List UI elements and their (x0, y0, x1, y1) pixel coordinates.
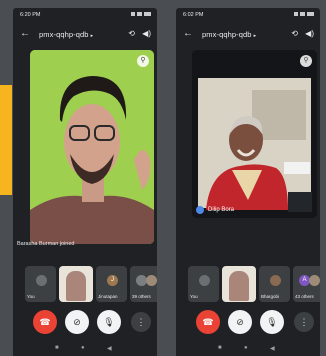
video-tile-main[interactable]: ⚲ (30, 50, 154, 244)
mic-off-button[interactable]: 🎙 (97, 310, 121, 334)
meeting-code[interactable]: pmx-qqhp-qdb ▸ (202, 30, 256, 39)
join-notification: Barasha Burman joined (17, 241, 75, 247)
status-bar: 6:20 PM (13, 8, 157, 24)
participant-video (30, 50, 154, 244)
video-off-button[interactable]: ⊘ (65, 310, 89, 334)
thumb-others[interactable]: 39 others (130, 266, 157, 302)
nav-back-icon[interactable]: ◀ (107, 345, 112, 352)
android-nav-bar: ■ ● ◀ (176, 342, 320, 356)
avatar (270, 275, 281, 286)
participant-video (192, 50, 317, 218)
status-icons (294, 12, 314, 16)
nav-home-icon[interactable]: ● (81, 345, 85, 351)
chevron-right-icon: ▸ (90, 33, 94, 39)
more-options-button[interactable]: ⋮ (294, 312, 314, 332)
video-off-button[interactable]: ⊘ (228, 310, 252, 334)
more-options-button[interactable]: ⋮ (131, 312, 151, 332)
switch-camera-icon[interactable]: ⟲ (128, 29, 135, 38)
speaker-icon[interactable]: ◀) (142, 29, 151, 38)
thumb-label: You (190, 294, 198, 299)
nav-recents-icon[interactable]: ■ (55, 345, 59, 351)
phone-right: 6:02 PM ← pmx-qqhp-qdb ▸ ⟲ ◀) ⚲ Dilip Bor… (176, 8, 320, 356)
speaking-indicator-icon (196, 206, 204, 214)
nav-home-icon[interactable]: ● (244, 345, 248, 351)
switch-camera-icon[interactable]: ⟲ (291, 29, 298, 38)
pin-icon[interactable]: ⚲ (137, 55, 149, 67)
speaker-name: Dilip Bora (208, 207, 235, 213)
meeting-header: ← pmx-qqhp-qdb ▸ ⟲ ◀) (13, 26, 157, 44)
call-controls: ☎ ⊘ 🎙 ⋮ (13, 310, 157, 336)
video-tile-main[interactable]: ⚲ Dilip Bora (192, 50, 317, 218)
pin-icon[interactable]: ⚲ (300, 55, 312, 67)
thumb-self-video[interactable] (59, 266, 93, 302)
thumb-participant[interactable]: Bhargobi (259, 266, 290, 302)
mic-off-button[interactable]: 🎙 (260, 310, 284, 334)
end-call-button[interactable]: ☎ (196, 310, 220, 334)
status-time: 6:02 PM (183, 12, 204, 18)
back-arrow-icon[interactable]: ← (183, 28, 193, 39)
avatar (146, 275, 157, 286)
thumb-self-video[interactable] (222, 266, 256, 302)
thumb-label: 43 others (295, 294, 314, 299)
chevron-right-icon: ▸ (253, 33, 257, 39)
status-icons (131, 12, 151, 16)
thumb-label: Bhargobi (261, 294, 280, 299)
status-time: 6:20 PM (20, 12, 41, 18)
call-controls: ☎ ⊘ 🎙 ⋮ (176, 310, 320, 336)
thumb-you[interactable]: You (25, 266, 56, 302)
thumb-label: You (27, 294, 35, 299)
thumb-label: Jinutapan (98, 294, 118, 299)
thumb-you[interactable]: You (188, 266, 219, 302)
avatar: J (107, 275, 118, 286)
nav-back-icon[interactable]: ◀ (270, 345, 275, 352)
avatar (309, 275, 320, 286)
thumb-participant[interactable]: J Jinutapan (96, 266, 127, 302)
phone-left: 6:20 PM ← pmx-qqhp-qdb ▸ ⟲ ◀) ⚲ Barasha B… (13, 8, 157, 356)
nav-recents-icon[interactable]: ■ (218, 345, 222, 351)
participant-figure (66, 271, 86, 301)
participant-figure (229, 271, 249, 301)
yellow-accent-bar (0, 85, 12, 195)
meeting-header: ← pmx-qqhp-qdb ▸ ⟲ ◀) (176, 26, 320, 44)
android-nav-bar: ■ ● ◀ (13, 342, 157, 356)
speaker-name-chip: Dilip Bora (196, 206, 234, 214)
avatar (36, 275, 47, 286)
thumb-label: 39 others (132, 294, 151, 299)
status-bar: 6:02 PM (176, 8, 320, 24)
avatar (199, 275, 210, 286)
participant-strip: You Bhargobi A 43 others (188, 266, 320, 302)
meeting-code[interactable]: pmx-qqhp-qdb ▸ (39, 30, 93, 39)
back-arrow-icon[interactable]: ← (20, 28, 30, 39)
end-call-button[interactable]: ☎ (33, 310, 57, 334)
participant-strip: You J Jinutapan 39 others (25, 266, 157, 302)
thumb-others[interactable]: A 43 others (293, 266, 320, 302)
speaker-icon[interactable]: ◀) (305, 29, 314, 38)
